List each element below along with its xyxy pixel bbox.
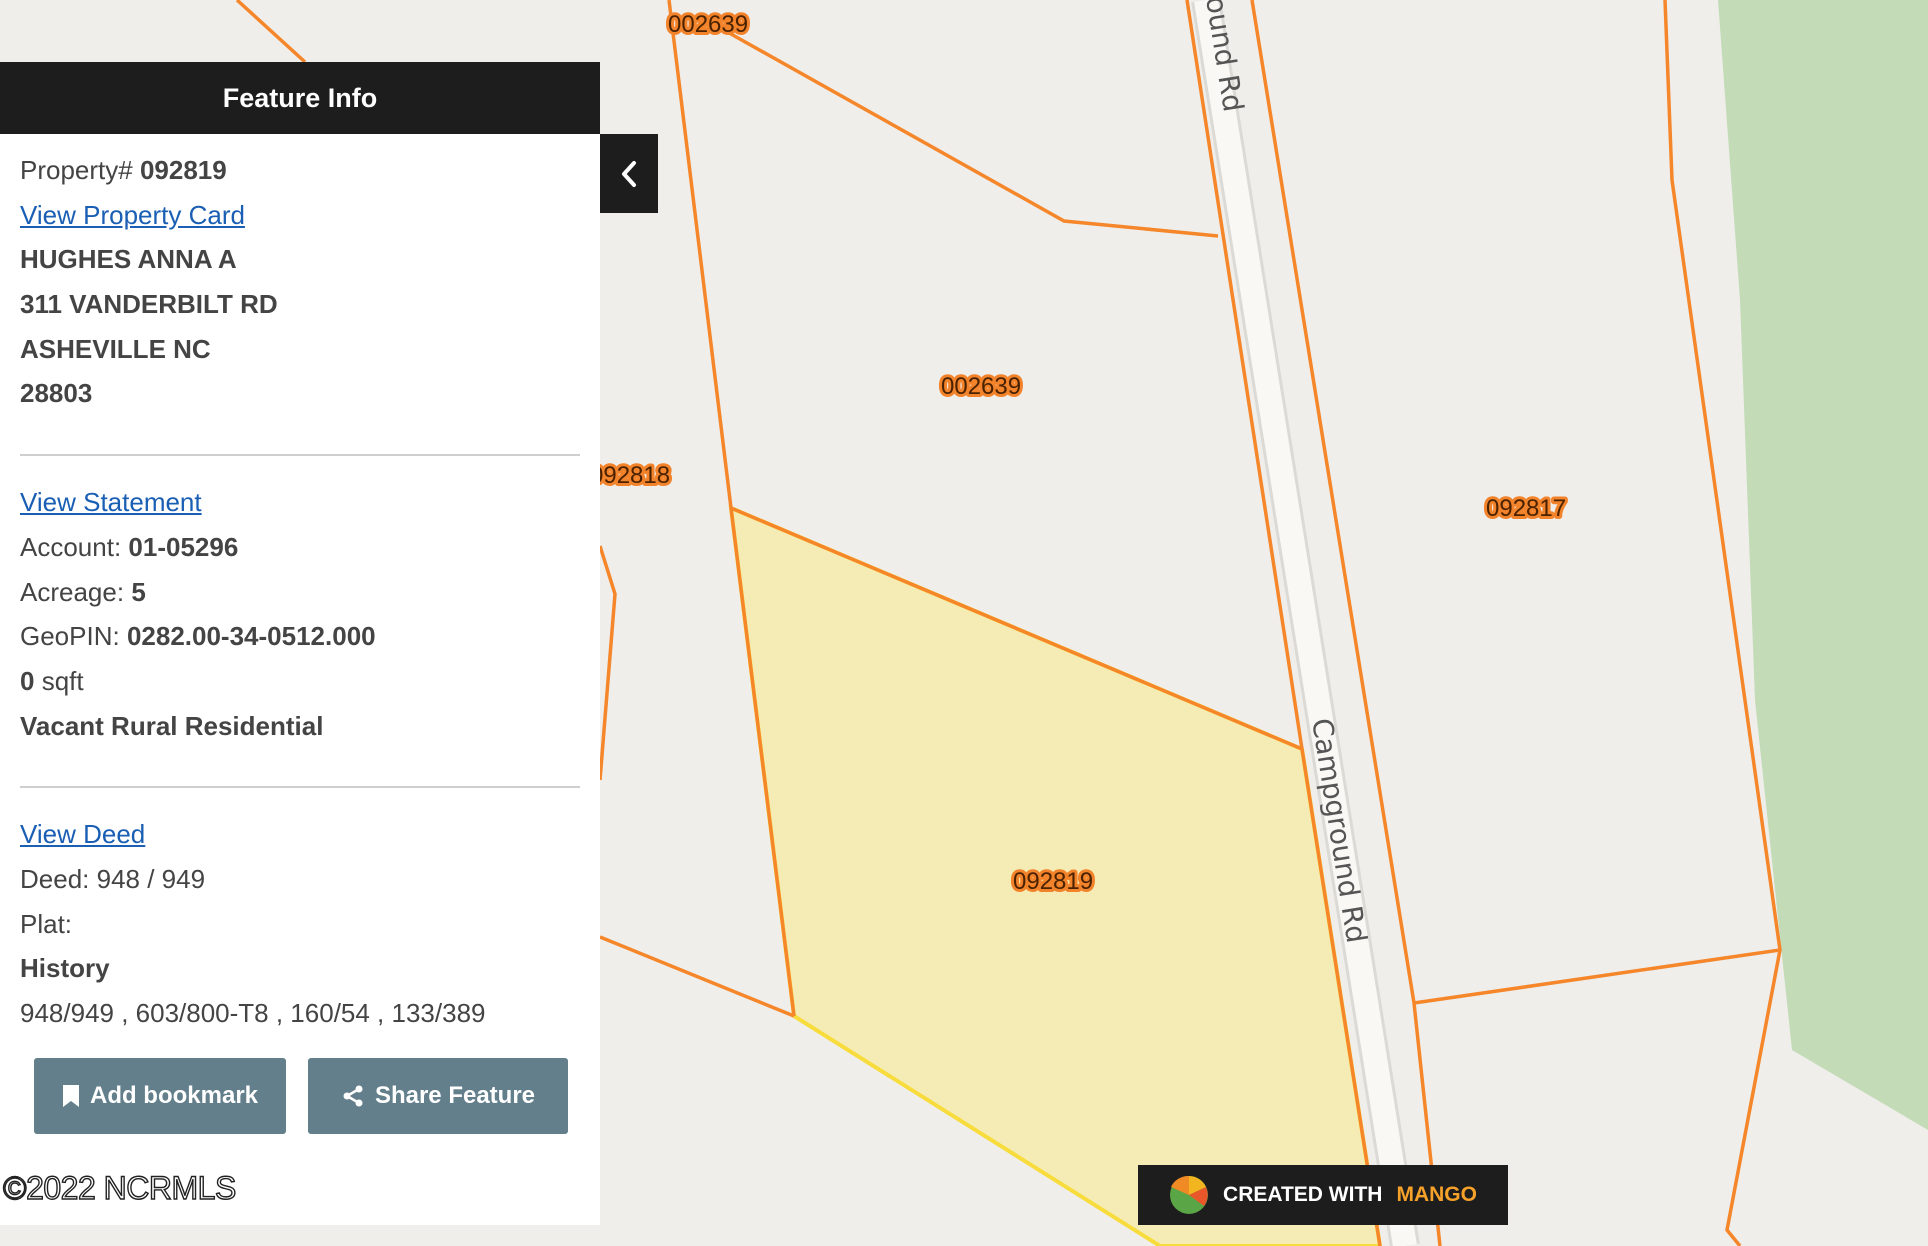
owner-address-line2: ASHEVILLE NC bbox=[20, 333, 211, 364]
feature-info-panel: Feature Info Property# 092819 View Prope… bbox=[0, 62, 600, 1225]
acreage-row: Acreage: 5 bbox=[20, 570, 580, 615]
geopin-label: GeoPIN: bbox=[20, 621, 120, 652]
deed-info: Deed: 948 / 949 bbox=[20, 863, 206, 894]
acreage-value: 5 bbox=[131, 576, 146, 607]
panel-title: Feature Info bbox=[0, 62, 600, 134]
bookmark-icon bbox=[62, 1085, 79, 1107]
mango-brand-text: MANGO bbox=[1396, 1183, 1477, 1206]
add-bookmark-button[interactable]: Add bookmark bbox=[34, 1058, 286, 1134]
collapse-panel-button[interactable] bbox=[600, 134, 658, 213]
property-label: Property# bbox=[20, 155, 133, 185]
owner-name: HUGHES ANNA A bbox=[20, 244, 237, 275]
property-number-row: Property# 092819 bbox=[20, 148, 580, 193]
plat-info: Plat: bbox=[20, 908, 73, 939]
view-property-card-link[interactable]: View Property Card bbox=[20, 200, 245, 230]
share-feature-button[interactable]: Share Feature bbox=[308, 1058, 568, 1134]
land-use: Vacant Rural Residential bbox=[20, 710, 324, 741]
parcel-label: 092818 bbox=[590, 462, 670, 489]
share-icon bbox=[343, 1085, 363, 1107]
sqft-row: 0 sqft bbox=[20, 659, 580, 704]
sqft-value: 0 bbox=[20, 665, 35, 696]
add-bookmark-label: Add bookmark bbox=[89, 1082, 259, 1109]
parcel-label: 002639 bbox=[941, 373, 1021, 400]
share-feature-label: Share Feature bbox=[374, 1082, 536, 1109]
parcel-label: 092819 bbox=[1013, 868, 1093, 895]
history-label: History bbox=[20, 953, 110, 984]
mango-branding[interactable]: CREATED WITH MANGO bbox=[1138, 1165, 1508, 1225]
owner-zip: 28803 bbox=[20, 378, 93, 409]
geopin-row: GeoPIN: 0282.00-34-0512.000 bbox=[20, 614, 580, 659]
acreage-label: Acreage: bbox=[20, 576, 125, 607]
view-deed-link[interactable]: View Deed bbox=[20, 819, 145, 849]
parcel-label: 092817 bbox=[1486, 495, 1566, 522]
geopin-value: 0282.00-34-0512.000 bbox=[126, 621, 376, 652]
parcel-label: 002639 bbox=[668, 11, 748, 38]
chevron-left-icon bbox=[622, 160, 636, 187]
history-value: 948/949 , 603/800-T8 , 160/54 , 133/389 bbox=[20, 998, 486, 1028]
sqft-unit: sqft bbox=[41, 665, 84, 696]
account-value: 01-05296 bbox=[128, 531, 239, 562]
mango-logo-icon bbox=[1170, 1175, 1209, 1214]
created-with-text: CREATED WITH bbox=[1223, 1183, 1383, 1206]
property-number: 092819 bbox=[139, 155, 227, 185]
account-row: Account: 01-05296 bbox=[20, 525, 580, 570]
copyright-watermark: ©2022 NCRMLS bbox=[2, 1169, 237, 1206]
owner-address-line1: 311 VANDERBILT RD bbox=[20, 289, 278, 320]
view-statement-link[interactable]: View Statement bbox=[20, 487, 202, 517]
account-label: Account: bbox=[20, 531, 122, 562]
panel-actions: Add bookmark Share Feature bbox=[34, 1058, 568, 1134]
